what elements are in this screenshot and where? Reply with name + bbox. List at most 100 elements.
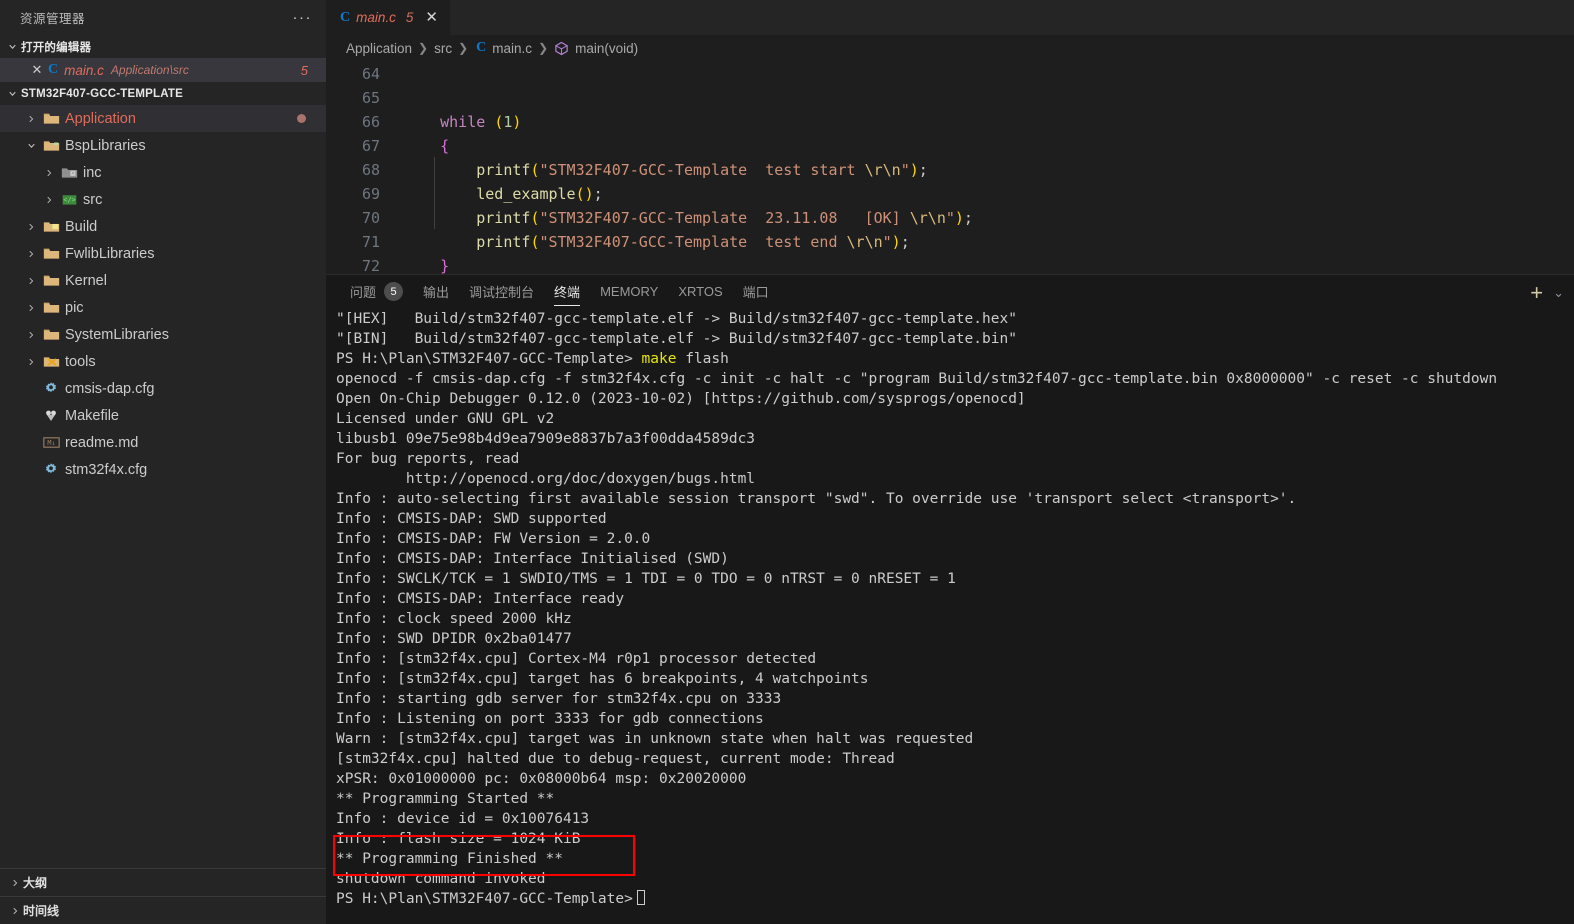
terminal-prompt-line: PS H:\Plan\STM32F407-GCC-Template> make … <box>336 349 1574 369</box>
terminal-final-prompt-line: PS H:\Plan\STM32F407-GCC-Template> <box>336 889 1574 909</box>
c-file-icon: C <box>476 40 487 55</box>
close-icon[interactable]: ✕ <box>28 62 46 78</box>
terminal-line-highlighted: shutdown command invoked <box>336 871 546 887</box>
code-line: while (1) <box>440 113 522 131</box>
tree-item-label: Build <box>65 218 98 235</box>
tree-item-bsplibraries[interactable]: BspLibraries <box>0 132 326 159</box>
close-icon[interactable]: ✕ <box>423 10 440 25</box>
tree-item-inc[interactable]: inc <box>0 159 326 186</box>
panel-actions: + ⌄ <box>1530 275 1564 310</box>
panel-tab-ports[interactable]: 端口 <box>733 274 779 309</box>
terminal-line: Info : CMSIS-DAP: FW Version = 2.0.0 <box>336 531 651 547</box>
line-number-gutter: 64 65 66 67 68 69 70 71 72 <box>326 61 394 274</box>
outline-section-header[interactable]: 大纲 <box>0 868 326 896</box>
tree-item-makefile[interactable]: Makefile <box>0 402 326 429</box>
terminal-line: Info : clock speed 2000 kHz <box>336 611 572 627</box>
gear-icon <box>40 462 62 478</box>
code-content[interactable]: while (1) { printf("STM32F407-GCC-Templa… <box>394 61 1574 274</box>
breadcrumb-item-src[interactable]: src <box>434 41 452 56</box>
panel-tab-bar: 问题 5 输出 调试控制台 终端 MEMORY XRTOS 端口 + ⌄ <box>326 274 1574 309</box>
terminal-cursor <box>636 890 645 905</box>
tree-item-systemlibraries[interactable]: SystemLibraries <box>0 321 326 348</box>
tree-item-fwliblibraries[interactable]: FwlibLibraries <box>0 240 326 267</box>
symbol-method-icon <box>554 41 569 56</box>
panel-tab-memory[interactable]: MEMORY <box>590 274 668 309</box>
project-root-header[interactable]: STM32F407-GCC-TEMPLATE <box>0 82 326 105</box>
more-actions-icon[interactable]: ··· <box>287 10 319 25</box>
terminal-line: openocd -f cmsis-dap.cfg -f stm32f4x.cfg… <box>336 371 1498 387</box>
folder-inc-icon <box>58 165 80 180</box>
terminal-line: Info : CMSIS-DAP: Interface Initialised … <box>336 551 729 567</box>
tree-item-build[interactable]: Build <box>0 213 326 240</box>
panel-tab-output[interactable]: 输出 <box>413 274 459 309</box>
chevron-down-icon[interactable]: ⌄ <box>1553 286 1564 299</box>
svg-text:</>: </> <box>63 196 75 204</box>
tree-item-src[interactable]: </> src <box>0 186 326 213</box>
file-tree: Application BspLibraries inc </> src Bui… <box>0 105 326 868</box>
folder-icon <box>40 327 62 342</box>
prompt-path: PS H:\Plan\STM32F407-GCC-Template> <box>336 351 642 367</box>
c-file-icon: C <box>340 9 351 25</box>
terminal-line: Info : SWD DPIDR 0x2ba01477 <box>336 631 572 647</box>
open-editor-filepath: Application\src <box>110 63 189 77</box>
chevron-right-icon <box>22 222 40 232</box>
terminal-line: Info : SWCLK/TCK = 1 SWDIO/TMS = 1 TDI =… <box>336 571 956 587</box>
code-line: printf("STM32F407-GCC-Template test end … <box>404 233 910 251</box>
open-editor-badge: 5 <box>300 62 308 78</box>
tree-item-application[interactable]: Application <box>0 105 326 132</box>
panel-tab-problems[interactable]: 问题 5 <box>340 274 413 309</box>
code-line: printf("STM32F407-GCC-Template 23.11.08 … <box>404 209 973 227</box>
editor-tab-main-c[interactable]: C main.c 5 ✕ <box>326 0 451 35</box>
terminal-line: Info : auto-selecting first available se… <box>336 491 1297 507</box>
open-editor-item-main-c[interactable]: ✕ C main.c Application\src 5 <box>0 58 326 82</box>
terminal-output[interactable]: "[HEX] Build/stm32f407-gcc-template.elf … <box>326 309 1574 924</box>
panel-tab-label: 调试控制台 <box>469 285 535 300</box>
chevron-right-icon <box>22 114 40 124</box>
code-line: led_example(); <box>404 185 603 203</box>
terminal-line-highlighted: ** Programming Finished ** <box>336 851 563 867</box>
tree-item-tools[interactable]: tools <box>0 348 326 375</box>
tree-item-readme-md[interactable]: M↓ readme.md <box>0 429 326 456</box>
terminal-line: Info : Listening on port 3333 for gdb co… <box>336 711 764 727</box>
tree-item-pic[interactable]: pic <box>0 294 326 321</box>
panel-tab-label: 端口 <box>742 285 769 300</box>
tree-item-label: Application <box>65 110 136 127</box>
markdown-icon: M↓ <box>40 436 62 449</box>
panel-tab-xrtos[interactable]: XRTOS <box>668 274 732 309</box>
new-terminal-icon[interactable]: + <box>1530 281 1543 304</box>
folder-icon <box>40 246 62 261</box>
terminal-line: "[BIN] Build/stm32f407-gcc-template.elf … <box>336 331 1017 347</box>
tab-badge: 5 <box>405 10 414 25</box>
main-area: C main.c 5 ✕ Application ❯ src ❯ C main.… <box>326 0 1574 924</box>
breadcrumb-item-application[interactable]: Application <box>346 41 412 56</box>
panel-tab-debug-console[interactable]: 调试控制台 <box>459 274 544 309</box>
terminal-line: Info : CMSIS-DAP: Interface ready <box>336 591 625 607</box>
tree-item-stm32f4x-cfg[interactable]: stm32f4x.cfg <box>0 456 326 483</box>
chevron-right-icon <box>40 168 58 178</box>
tree-item-cmsis-dap-cfg[interactable]: cmsis-dap.cfg <box>0 375 326 402</box>
terminal-line: Open On-Chip Debugger 0.12.0 (2023-10-02… <box>336 391 1026 407</box>
breadcrumb-item-main-void[interactable]: main(void) <box>575 41 638 56</box>
timeline-section-header[interactable]: 时间线 <box>0 896 326 924</box>
tree-item-label: SystemLibraries <box>65 326 169 343</box>
tree-item-label: readme.md <box>65 434 139 451</box>
chevron-right-icon <box>22 303 40 313</box>
code-editor[interactable]: 64 65 66 67 68 69 70 71 72 while (1) { p… <box>326 61 1574 274</box>
panel-tab-terminal[interactable]: 终端 <box>544 274 590 309</box>
chevron-right-icon: ❯ <box>458 41 469 55</box>
line-number: 67 <box>361 137 380 155</box>
terminal-line: xPSR: 0x01000000 pc: 0x08000b64 msp: 0x2… <box>336 771 747 787</box>
chevron-down-icon <box>4 41 21 52</box>
open-editors-header[interactable]: 打开的编辑器 <box>0 35 326 58</box>
chevron-right-icon <box>6 906 23 916</box>
explorer-title: 资源管理器 <box>20 12 86 26</box>
terminal-line: libusb1 09e75e98b4d9ea7909e8837b7a3f00dd… <box>336 431 756 447</box>
modified-dot-icon <box>297 114 306 123</box>
folder-open-icon <box>40 138 62 153</box>
panel-tab-label: MEMORY <box>600 284 659 299</box>
breadcrumb-item-main-c[interactable]: main.c <box>492 41 532 56</box>
line-number: 71 <box>361 233 380 251</box>
svg-text:M↓: M↓ <box>47 439 55 447</box>
tree-item-kernel[interactable]: Kernel <box>0 267 326 294</box>
